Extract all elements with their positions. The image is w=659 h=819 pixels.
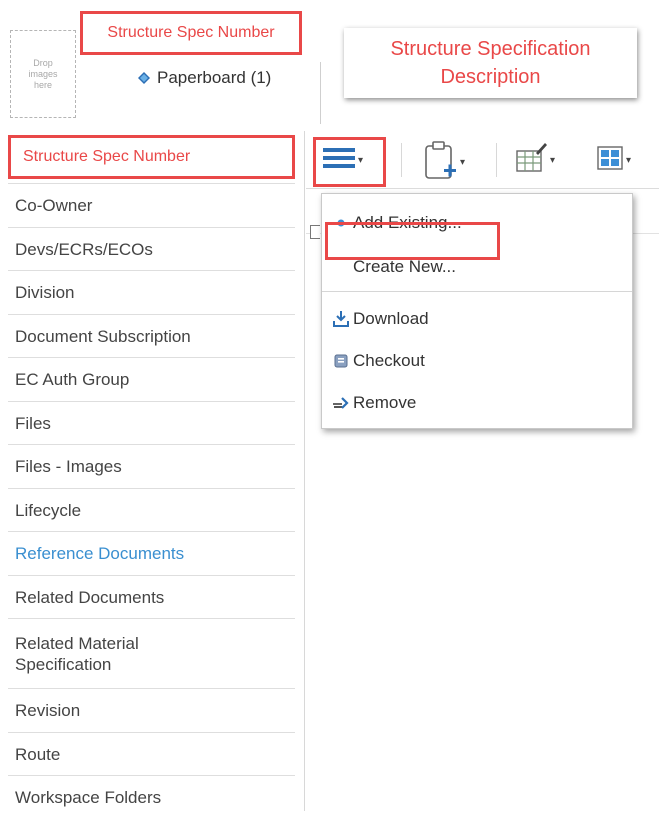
nav-item-files[interactable]: Files — [8, 401, 295, 444]
nav-header: Structure Spec Number — [8, 131, 295, 183]
menu-item-checkout[interactable]: Checkout — [332, 349, 425, 373]
nav-item-label: Document Subscription — [15, 326, 191, 346]
create-new-annotation — [325, 222, 500, 260]
menu-item-remove[interactable]: Remove — [332, 391, 416, 415]
nav-item-workspace-folders[interactable]: Workspace Folders — [8, 775, 295, 819]
menu-item-label: Checkout — [353, 351, 425, 370]
nav-item-co-owner[interactable]: Co-Owner — [8, 183, 295, 227]
chevron-down-icon: ▾ — [460, 157, 466, 168]
remove-icon — [332, 394, 350, 412]
nav-item-label: Devs/ECRs/ECOs — [15, 239, 153, 259]
nav-item-label: EC Auth Group — [15, 370, 130, 389]
download-icon — [332, 310, 350, 328]
menu-divider — [322, 291, 632, 292]
image-drop-zone[interactable]: Drop images here — [10, 30, 76, 118]
nav-item-reference-documents[interactable]: Reference Documents — [8, 531, 295, 575]
nav-item-label: Files - Images — [15, 457, 122, 476]
object-type-icon — [137, 71, 151, 85]
checkout-icon — [332, 352, 350, 370]
nav-item-related-material-specification[interactable]: Related Material Specification — [8, 618, 295, 688]
menu-item-spacer — [332, 258, 350, 276]
actions-menu-annotation — [313, 137, 386, 187]
description-label: Structure Specification Description — [390, 38, 591, 88]
nav-item-division[interactable]: Division — [8, 270, 295, 314]
chevron-down-icon: ▾ — [550, 155, 556, 166]
nav-item-lifecycle[interactable]: Lifecycle — [8, 488, 295, 531]
nav-item-label: Revision — [15, 701, 81, 720]
nav-item-related-documents[interactable]: Related Documents — [8, 575, 295, 618]
menu-item-label: Download — [353, 309, 429, 328]
chevron-down-icon: ▾ — [626, 155, 632, 166]
drop-zone-label: Drop images here — [28, 57, 58, 90]
nav-item-route[interactable]: Route — [8, 732, 295, 775]
table-view-icon — [596, 144, 624, 177]
nav-item-label: Reference Documents — [15, 544, 185, 563]
toolbar-separator — [401, 143, 402, 177]
structure-description-annotation: Structure Specification Description — [344, 28, 637, 98]
nav-item-ec-auth-group[interactable]: EC Auth Group — [8, 357, 295, 401]
table-view-button[interactable]: ▾ — [596, 144, 631, 177]
nav-item-label: Co-Owner — [15, 196, 93, 215]
nav-header-annotation: Structure Spec Number — [8, 135, 295, 179]
menu-item-label: Remove — [353, 393, 417, 412]
nav-item-label: Workspace Folders — [15, 788, 162, 807]
nav-item-label: Division — [15, 283, 75, 302]
new-document-icon — [424, 139, 458, 186]
select-all-checkbox[interactable] — [310, 225, 320, 239]
category-nav: Structure Spec Number Co-Owner Devs/ECRs… — [8, 131, 295, 819]
edit-table-icon — [514, 141, 548, 180]
nav-item-devs-ecrs-ecos[interactable]: Devs/ECRs/ECOs — [8, 227, 295, 270]
nav-item-label: Related Documents — [15, 587, 165, 607]
header-divider — [320, 62, 321, 124]
object-title: Paperboard (1) — [137, 66, 271, 90]
nav-item-files-images[interactable]: Files - Images — [8, 444, 295, 488]
object-title-text: Paperboard (1) — [157, 68, 272, 87]
nav-item-label: Files — [15, 413, 51, 433]
nav-item-revision[interactable]: Revision — [8, 688, 295, 732]
structure-spec-number-annotation: Structure Spec Number — [80, 11, 302, 55]
toolbar-separator — [496, 143, 497, 177]
nav-item-label: Route — [15, 744, 61, 764]
nav-divider — [304, 131, 305, 811]
nav-item-document-subscription[interactable]: Document Subscription — [8, 314, 295, 357]
menu-item-label: Create New... — [353, 257, 456, 276]
nav-item-label: Related Material Specification — [15, 633, 139, 674]
nav-item-label: Lifecycle — [15, 500, 82, 520]
edit-table-button[interactable]: ▾ — [514, 141, 555, 180]
menu-item-download[interactable]: Download — [332, 307, 429, 331]
new-document-button[interactable]: ▾ — [424, 139, 465, 186]
